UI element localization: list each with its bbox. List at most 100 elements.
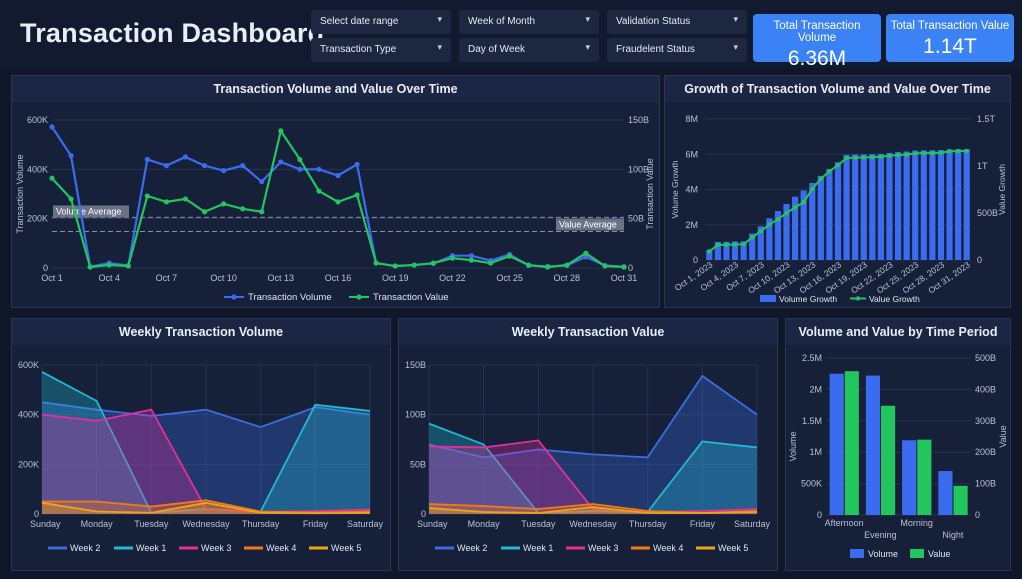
data-point xyxy=(507,253,513,259)
y2-tick-label: 100B xyxy=(975,479,996,489)
data-point xyxy=(545,264,551,270)
bar-volume-growth xyxy=(929,150,936,260)
x-tick-label: Friday xyxy=(303,519,329,529)
data-point xyxy=(87,264,93,270)
data-point xyxy=(68,196,74,202)
x-tick-label: Oct 31 xyxy=(611,273,638,283)
legend-label: Week 3 xyxy=(201,543,231,553)
data-point xyxy=(468,257,475,263)
weekly-value-area-chart: 0 50B 100B 150B Sunday Monday Tuesday Wednesday… xyxy=(405,360,771,553)
panel-growth-over-time: Growth of Transaction Volume and Value O… xyxy=(664,75,1011,308)
filter-day-of-week[interactable]: Day of Week ▾ xyxy=(459,38,599,62)
data-point xyxy=(354,192,360,198)
data-point xyxy=(297,166,303,172)
y-tick-label: 200K xyxy=(18,459,39,469)
filter-week-of-month[interactable]: Week of Month ▾ xyxy=(459,10,599,34)
y-tick-label: 100B xyxy=(405,410,426,420)
data-point xyxy=(707,249,712,254)
kpi-total-value: Total Transaction Value 1.14T xyxy=(886,14,1014,62)
data-point xyxy=(526,262,532,268)
y-tick-label: 0 xyxy=(421,509,426,519)
data-point xyxy=(354,161,360,167)
data-point xyxy=(392,263,398,269)
data-point xyxy=(964,148,969,154)
data-point xyxy=(373,260,379,266)
y2-tick-label: 1T xyxy=(977,161,988,171)
filter-fraudulent-status[interactable]: Fraudelent Status ▾ xyxy=(607,38,747,62)
legend-label: Week 1 xyxy=(523,543,553,553)
filter-date-range[interactable]: Select date range ▾ xyxy=(311,10,451,34)
kpi-label: Total Transaction Value xyxy=(890,20,1010,32)
x-tick-label: Saturday xyxy=(347,519,384,529)
page-title: Transaction Dashboard xyxy=(20,18,325,48)
legend-label: Week 4 xyxy=(266,543,296,553)
data-point xyxy=(240,206,246,212)
data-point xyxy=(784,210,789,216)
bar-volume-growth xyxy=(869,154,876,260)
data-point xyxy=(921,150,927,156)
data-point xyxy=(835,162,841,168)
bar-volume-growth xyxy=(937,150,945,260)
data-point xyxy=(852,155,858,160)
data-point xyxy=(182,196,189,202)
filter-validation-status[interactable]: Validation Status ▾ xyxy=(607,10,747,34)
data-point xyxy=(792,205,798,210)
legend-label: Value xyxy=(928,549,950,559)
kpi-label: Total Transaction Volume xyxy=(773,20,861,44)
x-tick-label: Wednesday xyxy=(182,519,230,529)
data-point xyxy=(221,167,227,174)
y-tick-label: 600K xyxy=(27,115,48,125)
data-point xyxy=(182,154,189,160)
y2-axis-label: Value Growth xyxy=(997,164,1007,215)
data-point xyxy=(49,175,55,181)
filter-transaction-type[interactable]: Transaction Type ▾ xyxy=(311,38,451,62)
legend-label: Week 5 xyxy=(331,543,361,553)
x-tick-label: Thursday xyxy=(242,519,280,529)
data-point xyxy=(913,151,918,156)
data-point xyxy=(240,163,246,169)
bar-volume-growth xyxy=(860,154,867,260)
data-point xyxy=(810,186,815,192)
x-tick-label: Oct 28 xyxy=(554,273,581,283)
data-point xyxy=(163,199,169,205)
data-point xyxy=(316,188,322,194)
x-tick-label: Monday xyxy=(81,519,114,529)
header-bar: Transaction Dashboard Select date range … xyxy=(0,0,1022,70)
bar-value xyxy=(844,371,859,515)
data-point xyxy=(947,149,952,154)
data-point xyxy=(767,222,772,227)
filter-label: Transaction Type xyxy=(320,44,397,55)
x-tick-label: Oct 1 xyxy=(41,273,63,283)
x-tick-label: Oct 22 xyxy=(439,273,466,283)
bar-value xyxy=(881,405,896,515)
data-point xyxy=(278,128,284,134)
x-tick-label: Afternoon xyxy=(825,518,864,528)
y2-tick-label: 500B xyxy=(977,208,998,218)
data-point xyxy=(741,242,746,247)
y-tick-label: 50B xyxy=(410,459,426,469)
bar-volume-growth xyxy=(963,149,970,260)
y2-tick-label: 1.5T xyxy=(977,114,996,124)
x-tick-label: Wednesday xyxy=(569,519,617,529)
data-point xyxy=(775,217,781,222)
legend-label: Week 5 xyxy=(718,543,748,553)
y-axis-label: Volume xyxy=(788,431,798,461)
panel-volume-value-over-time: Transaction Volume and Value Over Time 0… xyxy=(11,75,660,308)
data-point xyxy=(870,154,875,160)
y-tick-label: 0 xyxy=(817,510,822,520)
data-point xyxy=(904,152,909,157)
legend-label: Transaction Volume xyxy=(248,292,332,303)
legend-label: Week 2 xyxy=(457,543,487,553)
x-tick-label: Oct 19 xyxy=(382,273,409,283)
x-tick-label: Sunday xyxy=(417,519,448,529)
y-tick-label: 1.5M xyxy=(802,416,822,426)
y-tick-label: 150B xyxy=(405,360,426,370)
data-point xyxy=(68,153,74,159)
growth-bar-line-chart: 0 2M 4M 6M 8M 0 500B 1T 1.5T Volume Growth Value G… xyxy=(670,114,1007,304)
bar-volume-growth xyxy=(852,154,859,260)
bar-value xyxy=(953,485,968,515)
data-point xyxy=(144,193,150,199)
bar-volume-growth xyxy=(886,152,893,260)
data-point xyxy=(583,250,589,256)
filter-label: Day of Week xyxy=(468,44,526,55)
